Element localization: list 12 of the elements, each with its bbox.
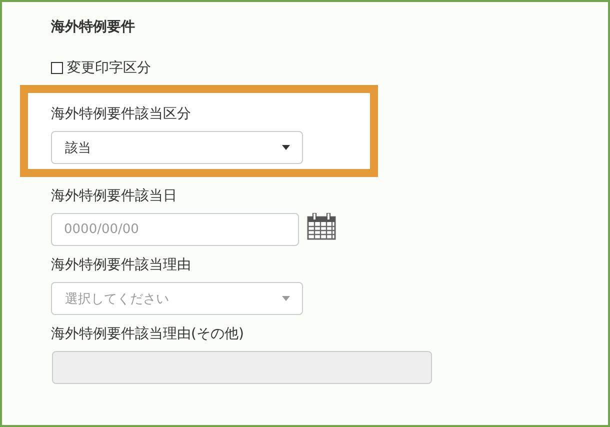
- calendar-icon[interactable]: [307, 213, 336, 240]
- select-field[interactable]: 該当: [51, 131, 303, 164]
- checkbox[interactable]: [51, 62, 63, 74]
- checkbox-label: 変更印字区分: [67, 59, 151, 77]
- section-title: 海外特例要件: [51, 18, 136, 37]
- caret-icon: [282, 145, 290, 150]
- field-label: 海外特例要件該当理由(その他): [51, 325, 245, 344]
- field-label: 海外特例要件該当理由: [51, 256, 192, 275]
- field-label: 海外特例要件該当日: [51, 187, 178, 206]
- caret-icon: [282, 296, 290, 301]
- field-label: 海外特例要件該当区分: [51, 105, 192, 124]
- date-field[interactable]: 0000/00/00: [51, 213, 299, 246]
